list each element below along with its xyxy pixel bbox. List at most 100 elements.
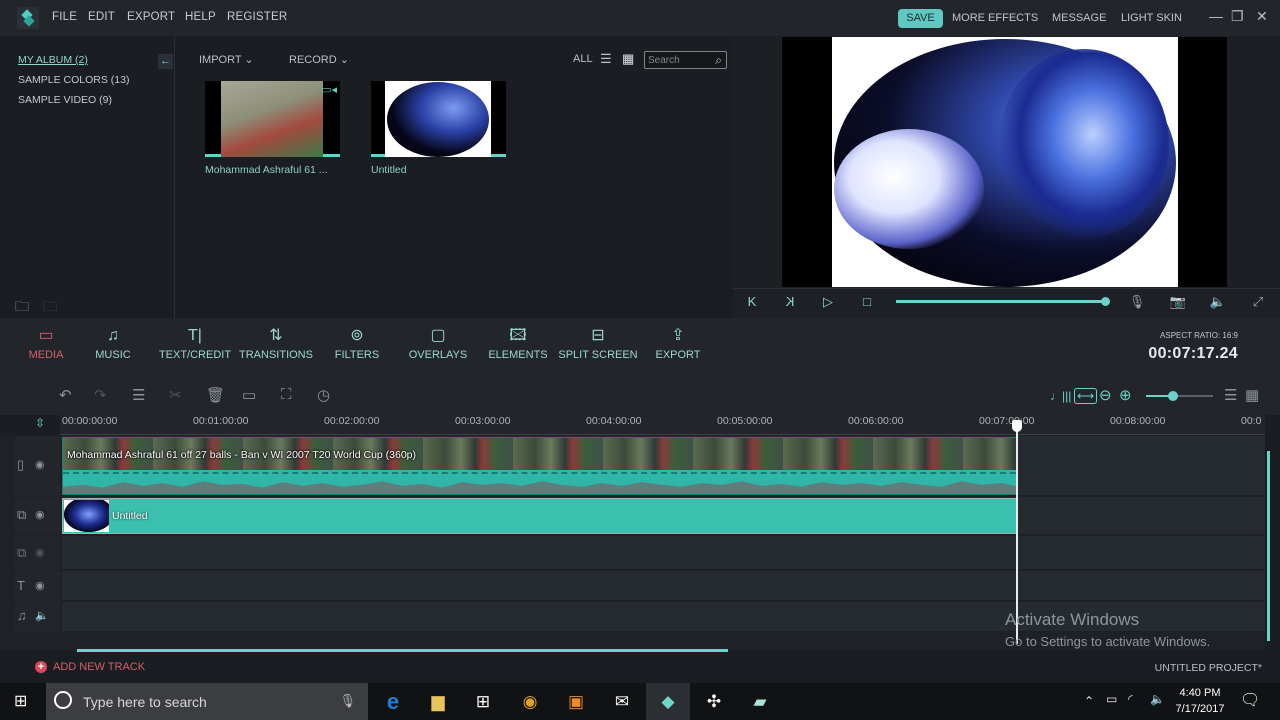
redo-icon[interactable]: ↷ (94, 386, 107, 404)
list-view-icon[interactable]: ☰ (600, 51, 612, 67)
tab-elements[interactable]: 🖾 ELEMENTS (478, 326, 558, 361)
delete-folder-icon[interactable]: 🗀 (43, 296, 57, 320)
chrome-icon[interactable]: ◉ (508, 683, 552, 720)
audio-mixer-icon[interactable]: ♩||| (1050, 389, 1071, 403)
clock-date[interactable]: 7/17/2017 (1172, 703, 1228, 715)
cut-icon[interactable]: ✂ (169, 386, 182, 404)
search-input[interactable] (645, 52, 709, 68)
volume-icon[interactable]: 🔈 (1208, 294, 1228, 310)
tab-export[interactable]: ⇪ EXPORT (638, 326, 718, 361)
zoom-slider[interactable] (1146, 395, 1213, 397)
store-icon[interactable]: ⊞ (461, 683, 505, 720)
more-effects-link[interactable]: MORE EFFECTS (952, 12, 1038, 24)
track-header-music: ♫ 🔈 (15, 602, 60, 632)
tab-text-credit[interactable]: T| TEXT/CREDIT (155, 326, 235, 361)
media-item-image[interactable] (371, 81, 506, 157)
search-box[interactable]: ⌕ (644, 51, 727, 69)
close-icon[interactable]: ✕ (1256, 8, 1268, 25)
tab-overlays[interactable]: ▢ OVERLAYS (398, 326, 478, 361)
volume-tray-icon[interactable]: 🔈 (1150, 692, 1165, 706)
tab-transitions[interactable]: ⇅ TRANSITIONS (236, 326, 316, 361)
crop-icon[interactable]: ▭ (242, 386, 256, 404)
save-button[interactable]: SAVE (898, 9, 943, 28)
filmora-taskbar-icon[interactable]: ◆ (646, 683, 690, 720)
eye-icon[interactable]: ◉ (35, 546, 45, 559)
stop-button[interactable]: □ (857, 294, 877, 309)
media-item-video[interactable]: ▭◂ (205, 81, 340, 157)
snapshot-icon[interactable]: ⛶ (281, 386, 292, 403)
snap-icon[interactable]: ⇳ (35, 416, 45, 430)
play-button[interactable]: ▷ (818, 294, 838, 310)
wifi-icon[interactable]: ◜ (1128, 692, 1133, 706)
delete-icon[interactable]: 🗑 (206, 386, 225, 404)
video-clip[interactable]: Mohammad Ashraful 61 off 27 balls - Ban … (62, 437, 1017, 495)
camera-icon[interactable]: 📷 (1168, 294, 1188, 310)
eye-icon[interactable]: ◉ (35, 579, 45, 592)
next-frame-button[interactable]: K (780, 294, 800, 309)
notepad-taskbar-icon[interactable]: ▰ (738, 683, 782, 720)
zoom-out-icon[interactable]: ⊖ (1099, 386, 1112, 404)
zoom-in-icon[interactable]: ⊕ (1119, 386, 1132, 404)
record-dropdown[interactable]: RECORD ⌄ (289, 53, 349, 66)
playhead-handle[interactable] (1012, 420, 1022, 432)
tab-filters[interactable]: ⊚ FILTERS (317, 326, 397, 361)
notifications-icon[interactable]: 🗨 (1240, 690, 1260, 710)
restore-icon[interactable]: ❐ (1231, 8, 1244, 25)
tab-split-screen[interactable]: ⊟ SPLIT SCREEN (558, 326, 638, 361)
mail-icon[interactable]: ✉ (600, 683, 644, 720)
menu-register[interactable]: REGISTER (227, 11, 287, 23)
fullscreen-icon[interactable]: ⤢ (1248, 294, 1268, 310)
file-explorer-icon[interactable]: ▆ (416, 683, 460, 720)
import-dropdown[interactable]: IMPORT ⌄ (199, 53, 254, 66)
new-folder-icon[interactable]: 🗀 (15, 296, 29, 320)
track-pip2[interactable] (62, 536, 1265, 570)
previous-frame-button[interactable]: K (742, 294, 762, 309)
light-skin-link[interactable]: LIGHT SKIN (1121, 12, 1182, 24)
image-clip[interactable]: Untitled (62, 498, 1017, 534)
tab-music[interactable]: ♫ MUSIC (73, 326, 153, 361)
battery-icon[interactable]: ▭ (1106, 692, 1117, 706)
image-thumbnail (385, 81, 491, 157)
speaker-icon[interactable]: 🔈 (35, 609, 49, 622)
album-sample-colors[interactable]: SAMPLE COLORS (13) (18, 74, 129, 86)
microphone-icon[interactable]: 🎙 (1127, 294, 1147, 310)
app-taskbar-icon[interactable]: ✣ (692, 683, 736, 720)
taskbar-search[interactable]: Type here to search 🎙 (46, 683, 368, 720)
tray-chevron-icon[interactable]: ⌃ (1084, 694, 1094, 708)
eye-icon[interactable]: ◉ (35, 508, 45, 521)
undo-icon[interactable]: ↶ (59, 386, 72, 404)
list-icon[interactable]: ☰ (1224, 386, 1237, 404)
menu-edit[interactable]: EDIT (88, 11, 115, 23)
tab-label: SPLIT SCREEN (558, 349, 638, 361)
video-thumbnail (221, 81, 323, 157)
add-new-track-button[interactable]: + ADD NEW TRACK (35, 661, 145, 673)
uc-browser-icon[interactable]: ▣ (554, 683, 598, 720)
microphone-icon[interactable]: 🎙 (339, 693, 356, 709)
menu-file[interactable]: FILE (52, 11, 77, 23)
vertical-scrollbar[interactable] (1267, 451, 1270, 641)
preview-progress-bar[interactable] (896, 300, 1106, 303)
music-icon: ♫ (107, 327, 119, 344)
search-icon[interactable]: ⌕ (715, 53, 722, 68)
fit-timeline-icon[interactable]: ⟷ (1074, 388, 1098, 404)
track-text[interactable] (62, 571, 1265, 601)
grid-view-icon[interactable]: ▦ (622, 51, 634, 67)
zoom-slider-handle[interactable] (1168, 391, 1178, 401)
adjust-icon[interactable]: ☰ (132, 386, 145, 404)
speed-icon[interactable]: ◷ (317, 386, 330, 404)
message-link[interactable]: MESSAGE (1052, 12, 1106, 24)
minimize-icon[interactable]: — (1209, 8, 1223, 24)
horizontal-scrollbar[interactable] (77, 649, 728, 652)
edge-icon[interactable]: e (371, 683, 415, 720)
album-my-album[interactable]: MY ALBUM (2) (18, 54, 88, 66)
menu-help[interactable]: HELP (185, 11, 216, 23)
preview-progress-handle[interactable] (1101, 297, 1110, 306)
collapse-panel-button[interactable]: ← (158, 54, 173, 69)
eye-icon[interactable]: ◉ (35, 458, 45, 471)
grid-icon[interactable]: ▦ (1245, 386, 1259, 404)
filter-all[interactable]: ALL (573, 53, 593, 65)
menu-export[interactable]: EXPORT (127, 11, 175, 23)
clock-time[interactable]: 4:40 PM (1172, 687, 1228, 699)
windows-start-icon[interactable]: ⊞ (14, 691, 27, 711)
album-sample-video[interactable]: SAMPLE VIDEO (9) (18, 94, 112, 106)
